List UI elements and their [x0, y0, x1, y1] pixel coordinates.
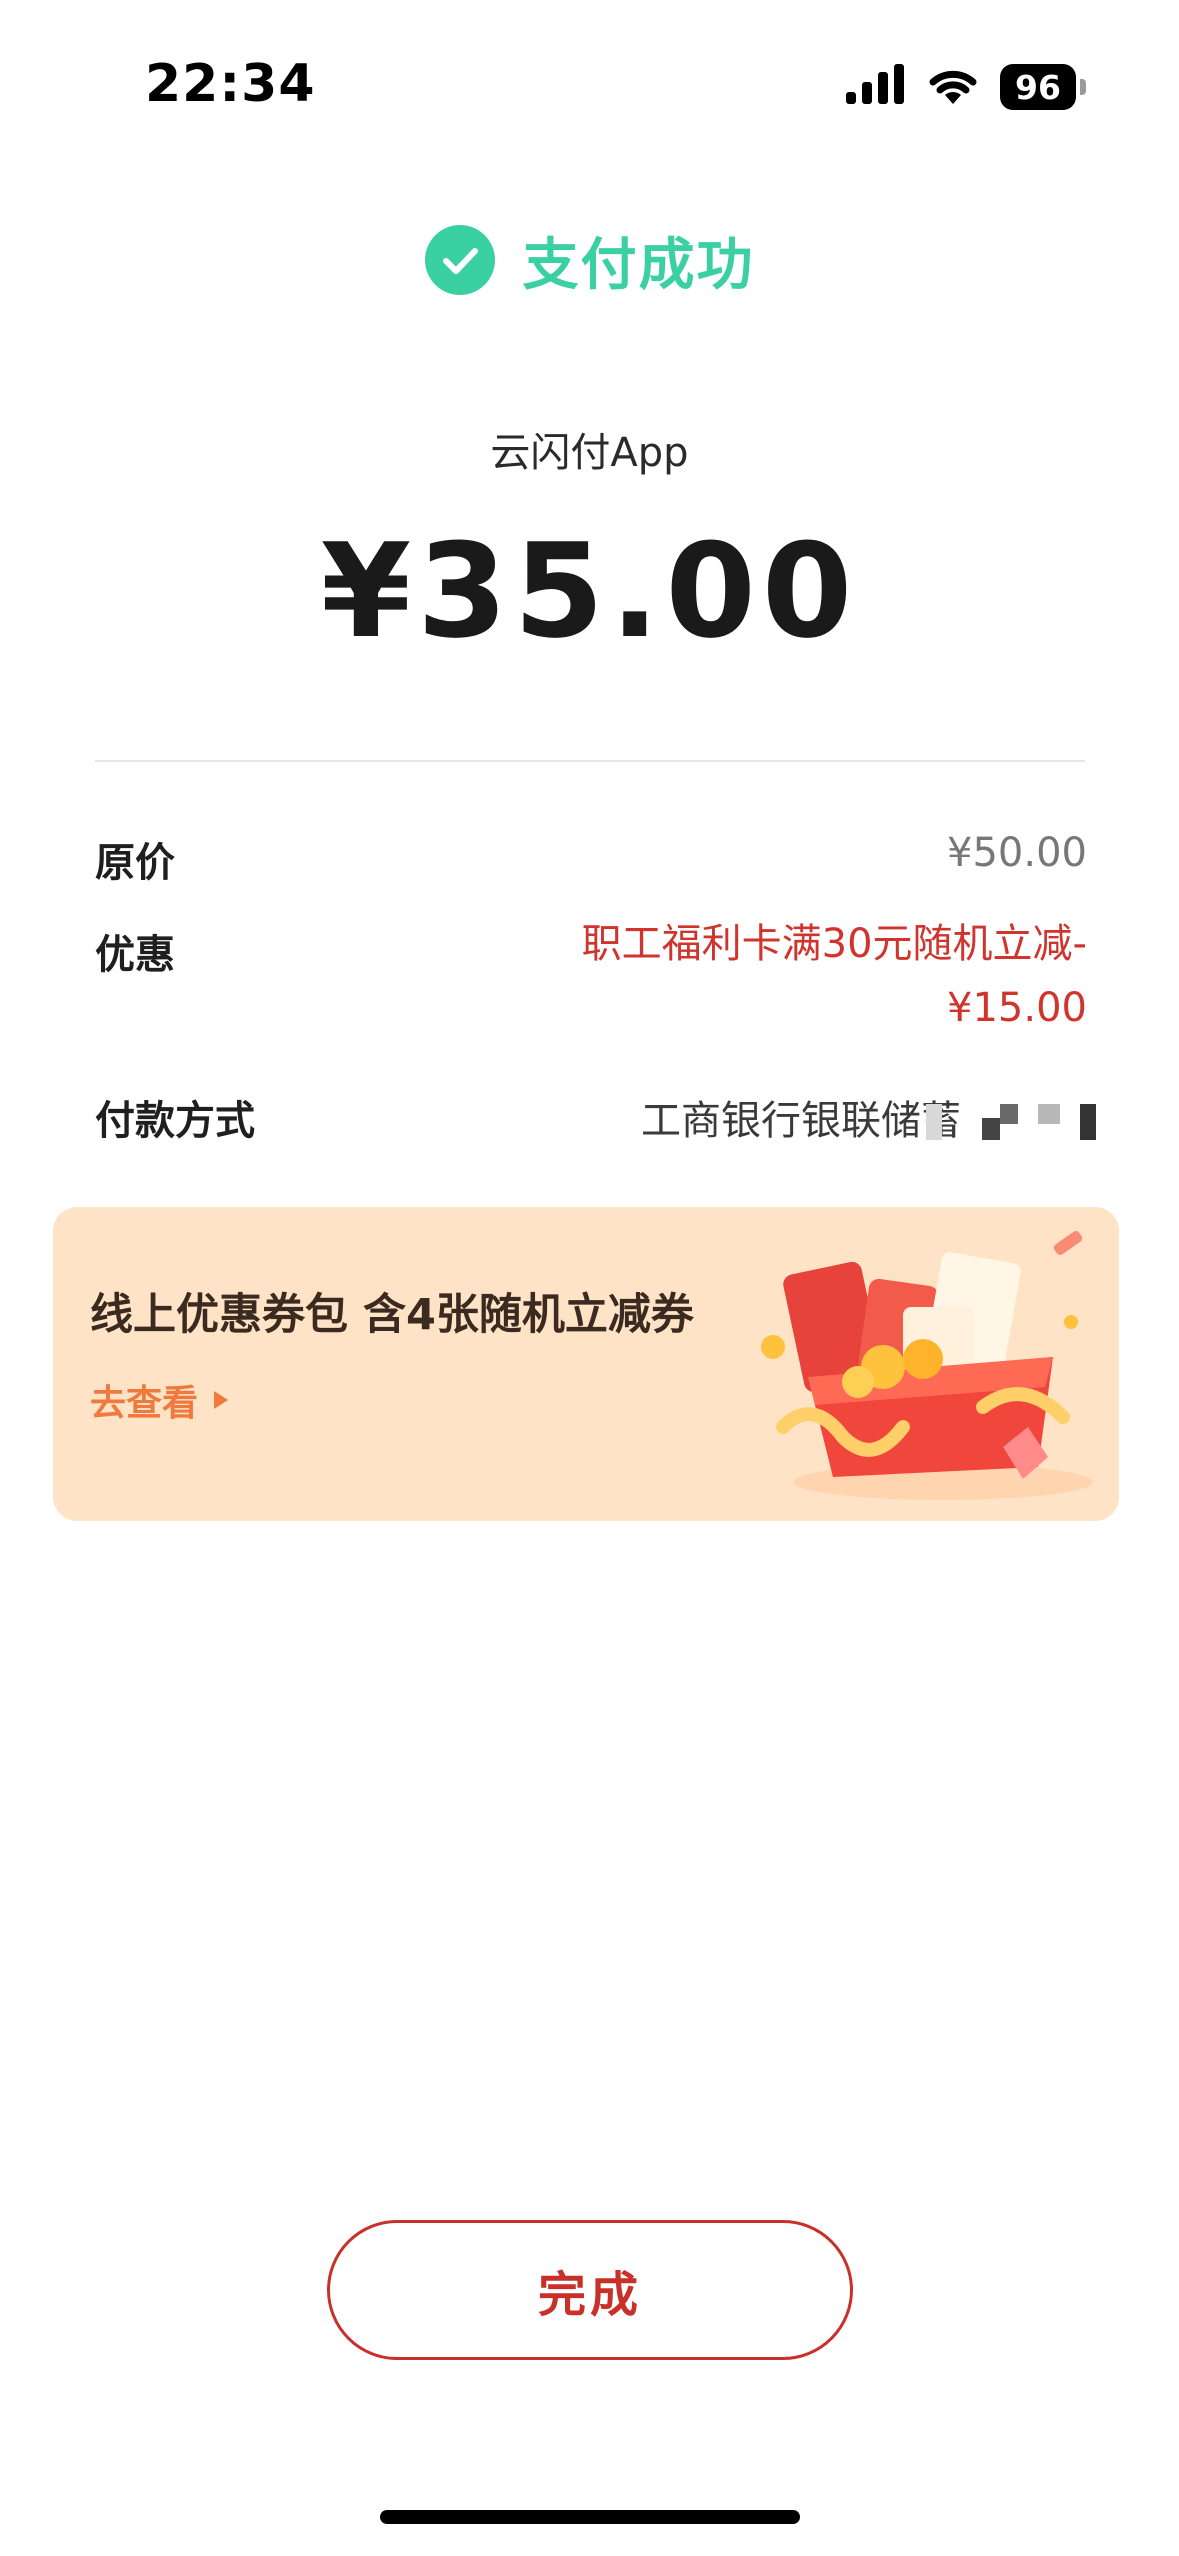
- masked-card-number: [926, 1104, 1096, 1140]
- success-header: 支付成功: [0, 220, 1179, 300]
- payment-amount: ¥35.00: [320, 515, 859, 667]
- home-indicator: [380, 2510, 800, 2524]
- view-coupon-label: 去查看: [90, 1383, 199, 1424]
- battery-level: 96: [1000, 64, 1076, 110]
- original-price-value: ¥50.00: [947, 830, 1087, 876]
- battery-indicator: 96: [1000, 64, 1088, 110]
- done-button[interactable]: 完成: [327, 2220, 853, 2360]
- gift-box-illustration: [761, 1231, 1093, 1500]
- payment-method-value: 工商银行银联储蓄: [641, 1098, 961, 1144]
- battery-cap: [1080, 79, 1086, 95]
- coupon-title: 线上优惠券包 含4张随机立减券: [90, 1290, 694, 1340]
- success-text: 支付成功: [522, 232, 755, 298]
- status-time: 22:34: [145, 54, 316, 114]
- coupon-banner[interactable]: 线上优惠券包 含4张随机立减券 去查看: [53, 1207, 1119, 1521]
- play-arrow-icon: [214, 1391, 229, 1409]
- view-coupon-link[interactable]: 去查看: [90, 1374, 230, 1426]
- wifi-icon: [929, 70, 977, 104]
- merchant-name: 云闪付App: [490, 430, 689, 476]
- discount-value-line1: 职工福利卡满30元随机立减-: [581, 921, 1087, 967]
- divider: [95, 760, 1085, 762]
- signal-icon: [846, 64, 904, 104]
- discount-label: 优惠: [95, 932, 175, 978]
- payment-method-label: 付款方式: [95, 1098, 255, 1144]
- discount-value-line2: ¥15.00: [947, 985, 1087, 1031]
- discount-value: 职工福利卡满30元随机立减- ¥15.00: [487, 912, 1087, 1040]
- original-price-label: 原价: [95, 840, 175, 886]
- check-circle-icon: [424, 225, 495, 295]
